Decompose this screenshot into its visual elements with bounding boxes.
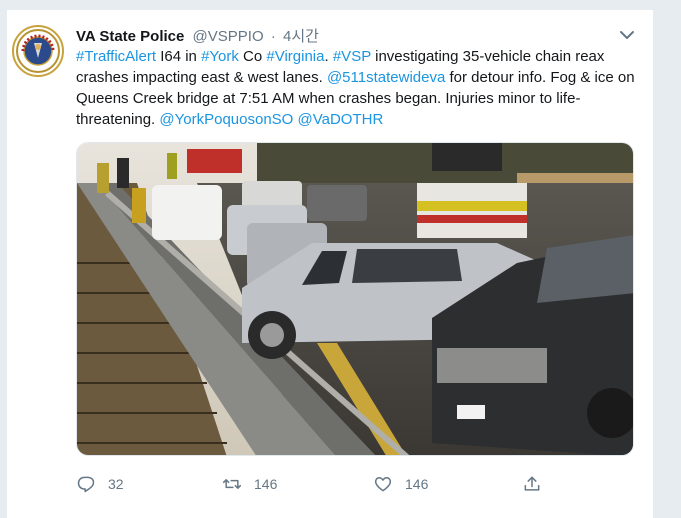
retweet-count: 146: [254, 476, 278, 492]
share-icon: [524, 476, 540, 491]
tweet-actions-bar: 32 146 146: [76, 472, 576, 496]
heart-icon: [374, 477, 392, 492]
separator-dot: ·: [270, 28, 276, 45]
crash-scene-photo: [77, 143, 633, 455]
retweet-button[interactable]: 146: [222, 472, 277, 496]
tweet-text: #TrafficAlert I64 in #York Co #Virginia.…: [76, 46, 636, 130]
mention-link[interactable]: @VaDOTHR: [298, 111, 384, 128]
reply-button[interactable]: 32: [76, 472, 124, 496]
more-options-chevron-down-icon[interactable]: [618, 26, 636, 44]
author-handle[interactable]: @VSPPIO: [193, 28, 264, 45]
hashtag-link[interactable]: #TrafficAlert: [76, 48, 156, 65]
page-background-top: [0, 0, 681, 10]
tweet-header: VA State Police @VSPPIO · 4시간: [76, 25, 319, 45]
avatar[interactable]: [12, 25, 64, 77]
like-count: 146: [405, 476, 429, 492]
like-button[interactable]: 146: [373, 472, 428, 496]
tweet-text-segment: I64 in: [156, 48, 202, 65]
retweet-icon: [222, 479, 242, 489]
hashtag-link[interactable]: #VSP: [333, 48, 371, 65]
page-background-right: [652, 0, 681, 518]
reply-count: 32: [108, 476, 124, 492]
share-button[interactable]: [522, 472, 542, 496]
tweet-text-segment: Co: [238, 48, 267, 65]
reply-icon: [77, 476, 95, 493]
mention-link[interactable]: @YorkPoquosonSO: [159, 111, 293, 128]
mention-link[interactable]: @511statewideva: [327, 69, 445, 86]
tweet-text-segment: .: [324, 48, 333, 65]
tweet-media-photo[interactable]: [76, 142, 634, 456]
hashtag-link[interactable]: #York: [201, 48, 239, 65]
author-name[interactable]: VA State Police: [76, 28, 184, 45]
hashtag-link[interactable]: #Virginia: [266, 48, 324, 65]
state-police-seal-icon: [15, 28, 61, 74]
tweet-timestamp[interactable]: 4시간: [283, 28, 319, 45]
